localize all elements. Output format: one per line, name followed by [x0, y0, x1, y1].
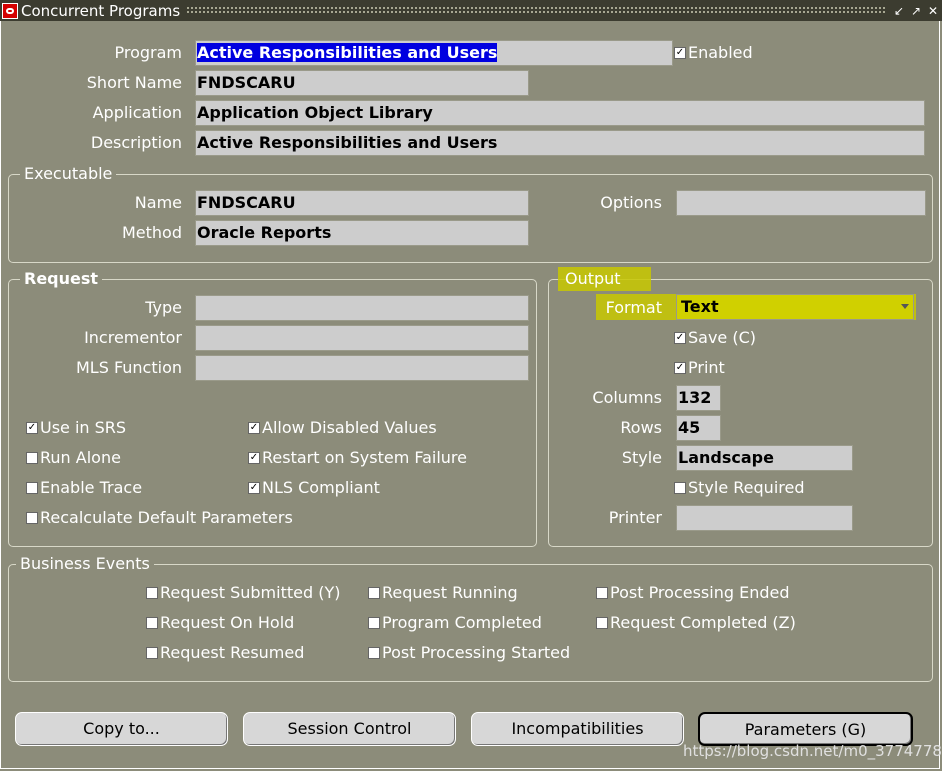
- close-icon[interactable]: ✕: [925, 3, 941, 19]
- method-field[interactable]: Oracle Reports: [195, 220, 529, 246]
- event-request-completed-checkbox[interactable]: Request Completed (Z): [596, 613, 796, 633]
- style-label: Style: [621, 448, 662, 467]
- session-control-button[interactable]: Session Control: [243, 712, 456, 746]
- empty-box-icon: [26, 512, 38, 524]
- event-post-processing-started-checkbox[interactable]: Post Processing Started: [368, 643, 570, 663]
- enabled-check-icon: ✓: [674, 47, 686, 59]
- description-field[interactable]: Active Responsibilities and Users: [195, 130, 925, 156]
- recalculate-default-parameters-checkbox[interactable]: Recalculate Default Parameters: [26, 508, 293, 528]
- enable-trace-checkbox[interactable]: Enable Trace: [26, 478, 142, 498]
- format-label: Format: [605, 298, 662, 317]
- business-events-legend: Business Events: [16, 554, 154, 574]
- rows-label: Rows: [620, 418, 662, 437]
- executable-legend: Executable: [20, 164, 117, 184]
- empty-box-icon: [146, 617, 158, 629]
- empty-box-icon: [26, 452, 38, 464]
- event-request-running-checkbox[interactable]: Request Running: [368, 583, 518, 603]
- options-field[interactable]: [676, 190, 926, 216]
- style-field[interactable]: Landscape: [676, 445, 853, 471]
- print-checkbox[interactable]: ✓ Print: [674, 358, 725, 378]
- check-icon: ✓: [674, 362, 686, 374]
- type-field[interactable]: [195, 295, 529, 321]
- window-title: Concurrent Programs: [21, 1, 181, 20]
- executable-name-label: Name: [134, 193, 182, 212]
- incompatibilities-button[interactable]: Incompatibilities: [471, 712, 684, 746]
- check-icon: ✓: [248, 452, 260, 464]
- chevron-down-icon: [901, 304, 909, 309]
- columns-label: Columns: [592, 388, 662, 407]
- description-label: Description: [90, 133, 182, 152]
- empty-box-icon: [146, 647, 158, 659]
- short-name-field[interactable]: FNDSCARU: [195, 70, 529, 96]
- program-label: Program: [114, 43, 182, 62]
- style-required-checkbox[interactable]: Style Required: [674, 478, 804, 498]
- oracle-app-icon: [2, 2, 18, 19]
- type-label: Type: [145, 298, 182, 317]
- event-request-submitted-checkbox[interactable]: Request Submitted (Y): [146, 583, 340, 603]
- request-legend: Request: [20, 269, 103, 289]
- nls-compliant-checkbox[interactable]: ✓ NLS Compliant: [248, 478, 380, 498]
- window-titlebar: Concurrent Programs ↙ ↗ ✕: [0, 0, 942, 21]
- application-field[interactable]: Application Object Library: [195, 100, 925, 126]
- options-label: Options: [600, 193, 662, 212]
- allow-disabled-values-checkbox[interactable]: ✓ Allow Disabled Values: [248, 418, 437, 438]
- event-request-resumed-checkbox[interactable]: Request Resumed: [146, 643, 304, 663]
- incrementor-field[interactable]: [195, 325, 529, 351]
- empty-box-icon: [26, 482, 38, 494]
- use-in-srs-checkbox[interactable]: ✓ Use in SRS: [26, 418, 126, 438]
- event-request-on-hold-checkbox[interactable]: Request On Hold: [146, 613, 294, 633]
- columns-field[interactable]: 132: [676, 385, 721, 411]
- check-icon: ✓: [248, 482, 260, 494]
- maximize-icon[interactable]: ↗: [908, 3, 924, 19]
- empty-box-icon: [596, 617, 608, 629]
- enabled-checkbox[interactable]: ✓ Enabled: [674, 43, 753, 63]
- event-program-completed-checkbox[interactable]: Program Completed: [368, 613, 542, 633]
- mls-function-label: MLS Function: [75, 358, 182, 377]
- save-checkbox[interactable]: ✓ Save (C): [674, 328, 756, 348]
- copy-to-button[interactable]: Copy to...: [15, 712, 228, 746]
- titlebar-grip: [186, 6, 885, 15]
- printer-field[interactable]: [676, 505, 853, 531]
- incrementor-label: Incrementor: [84, 328, 182, 347]
- executable-name-field[interactable]: FNDSCARU: [195, 190, 529, 216]
- empty-box-icon: [368, 647, 380, 659]
- application-label: Application: [92, 103, 182, 122]
- check-icon: ✓: [26, 422, 38, 434]
- empty-box-icon: [368, 587, 380, 599]
- empty-box-icon: [368, 617, 380, 629]
- run-alone-checkbox[interactable]: Run Alone: [26, 448, 121, 468]
- restart-on-failure-checkbox[interactable]: ✓ Restart on System Failure: [248, 448, 467, 468]
- empty-box-icon: [146, 587, 158, 599]
- method-label: Method: [121, 223, 182, 242]
- check-icon: ✓: [674, 332, 686, 344]
- rows-field[interactable]: 45: [676, 415, 721, 441]
- watermark-text: https://blog.csdn.net/m0_37747788: [683, 742, 942, 760]
- empty-box-icon: [596, 587, 608, 599]
- program-field[interactable]: Active Responsibilities and Users: [195, 40, 673, 66]
- printer-label: Printer: [608, 508, 662, 527]
- check-icon: ✓: [248, 422, 260, 434]
- event-post-processing-ended-checkbox[interactable]: Post Processing Ended: [596, 583, 790, 603]
- empty-box-icon: [674, 482, 686, 494]
- mls-function-field[interactable]: [195, 355, 529, 381]
- short-name-label: Short Name: [86, 73, 182, 92]
- parameters-button[interactable]: Parameters (G): [698, 712, 913, 746]
- format-select[interactable]: Text: [676, 294, 914, 320]
- minimize-icon[interactable]: ↙: [891, 3, 907, 19]
- output-legend: Output: [565, 269, 621, 288]
- executable-group: [8, 174, 933, 263]
